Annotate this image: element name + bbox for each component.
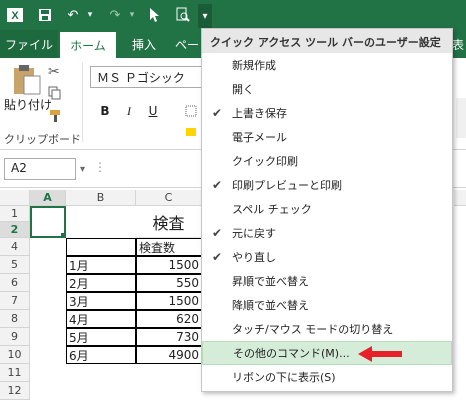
- menu-item-sort-descending[interactable]: 降順で並べ替え: [202, 293, 452, 317]
- row-header-6[interactable]: 6: [0, 274, 30, 292]
- customize-qat-menu: クイック アクセス ツール バーのユーザー設定 新規作成 開く ✔ 上書き保存 電…: [201, 28, 453, 392]
- menu-title: クイック アクセス ツール バーのユーザー設定: [202, 29, 452, 53]
- row-header-10[interactable]: 10: [0, 346, 30, 364]
- tab-page-layout[interactable]: ペー: [172, 30, 202, 58]
- select-icon[interactable]: [144, 4, 166, 26]
- table-header-empty[interactable]: [66, 238, 136, 256]
- font-name-box[interactable]: ＭＳ Ｐゴシック: [90, 66, 210, 88]
- menu-item-label: スペル チェック: [232, 203, 312, 216]
- fill-color-icon[interactable]: [184, 126, 198, 138]
- undo-icon[interactable]: ↶: [62, 4, 84, 26]
- column-header-c[interactable]: C: [136, 190, 202, 206]
- tab-home[interactable]: ホーム: [60, 32, 116, 58]
- cut-icon[interactable]: ✂: [48, 64, 60, 80]
- row-header-1[interactable]: 1: [0, 206, 30, 222]
- table-cell-value[interactable]: 1500: [136, 292, 202, 310]
- menu-item-sort-ascending[interactable]: 昇順で並べ替え: [202, 269, 452, 293]
- ribbon-edge: [456, 98, 466, 138]
- table-cell-month[interactable]: 4月: [66, 310, 136, 328]
- print-preview-icon[interactable]: [172, 4, 194, 26]
- clipboard-group-label: クリップボード: [4, 133, 81, 146]
- menu-item-redo[interactable]: ✔ やり直し: [202, 245, 452, 269]
- menu-item-touch-mode[interactable]: タッチ/マウス モードの切り替え: [202, 317, 452, 341]
- name-box[interactable]: A2: [4, 158, 76, 180]
- menu-item-show-below-ribbon[interactable]: リボンの下に表示(S): [202, 365, 452, 389]
- check-icon: ✔: [211, 250, 223, 264]
- table-cell-value[interactable]: 4900: [136, 346, 202, 364]
- underline-button[interactable]: U: [144, 102, 162, 120]
- menu-item-label: 印刷プレビューと印刷: [232, 179, 342, 192]
- bold-button[interactable]: B: [96, 102, 114, 120]
- menu-item-new[interactable]: 新規作成: [202, 53, 452, 77]
- menu-item-label: 電子メール: [232, 131, 287, 144]
- table-cell-value[interactable]: 620: [136, 310, 202, 328]
- menu-item-print-preview[interactable]: ✔ 印刷プレビューと印刷: [202, 173, 452, 197]
- copy-icon[interactable]: [48, 86, 62, 100]
- table-cell-month[interactable]: 1月: [66, 256, 136, 274]
- column-header-b[interactable]: B: [66, 190, 136, 206]
- menu-item-email[interactable]: 電子メール: [202, 125, 452, 149]
- table-cell-value[interactable]: 1500: [136, 256, 202, 274]
- check-icon: ✔: [211, 178, 223, 192]
- menu-item-quick-print[interactable]: クイック印刷: [202, 149, 452, 173]
- menu-item-label: 元に戻す: [232, 227, 276, 240]
- red-arrow-icon: [358, 344, 404, 367]
- undo-dropdown-icon[interactable]: ▾: [84, 4, 96, 26]
- paste-button[interactable]: 貼り付け: [4, 96, 52, 113]
- excel-logo-icon: X: [4, 4, 26, 26]
- check-icon: ✔: [211, 106, 223, 120]
- row-header-5[interactable]: 5: [0, 256, 30, 274]
- table-cell-month[interactable]: 5月: [66, 328, 136, 346]
- menu-item-label: リボンの下に表示(S): [232, 371, 336, 384]
- row-header-8[interactable]: 8: [0, 310, 30, 328]
- menu-item-label: 新規作成: [232, 59, 276, 72]
- italic-button[interactable]: I: [120, 102, 138, 120]
- check-icon: ✔: [211, 226, 223, 240]
- row-header-11[interactable]: 11: [0, 364, 30, 382]
- table-cell-month[interactable]: 6月: [66, 346, 136, 364]
- group-divider: [82, 62, 83, 142]
- sheet-title-cell[interactable]: 検査: [136, 206, 202, 238]
- redo-icon[interactable]: ↷: [104, 4, 126, 26]
- row-header-12[interactable]: 12: [0, 382, 30, 400]
- menu-item-label: 降順で並べ替え: [232, 299, 309, 312]
- menu-item-label: タッチ/マウス モードの切り替え: [232, 323, 394, 336]
- select-all-corner[interactable]: [0, 190, 30, 206]
- menu-item-spell-check[interactable]: スペル チェック: [202, 197, 452, 221]
- table-header-cell[interactable]: 検査数: [136, 238, 202, 256]
- row-header-4[interactable]: 4: [0, 238, 30, 256]
- menu-item-label: その他のコマンド(M)...: [233, 347, 350, 360]
- menu-item-label: 昇順で並べ替え: [232, 275, 309, 288]
- format-painter-icon[interactable]: [48, 108, 64, 124]
- menu-item-label: やり直し: [232, 251, 276, 264]
- menu-item-more-commands[interactable]: その他のコマンド(M)...: [202, 341, 452, 365]
- table-cell-month[interactable]: 3月: [66, 292, 136, 310]
- row-header-9[interactable]: 9: [0, 328, 30, 346]
- row-header-2[interactable]: 2: [0, 222, 30, 238]
- menu-item-open[interactable]: 開く: [202, 77, 452, 101]
- column-header-edge: [454, 190, 466, 206]
- menu-item-label: 開く: [232, 83, 254, 96]
- formula-bar-grip: ⋮: [94, 160, 106, 174]
- borders-icon[interactable]: [184, 102, 198, 120]
- table-cell-value[interactable]: 730: [136, 328, 202, 346]
- svg-text:X: X: [11, 10, 19, 22]
- column-header-a[interactable]: A: [30, 190, 66, 206]
- redo-dropdown-icon[interactable]: ▾: [126, 4, 138, 26]
- table-cell-month[interactable]: 2月: [66, 274, 136, 292]
- table-cell-value[interactable]: 550: [136, 274, 202, 292]
- name-box-dropdown-icon[interactable]: ▾: [80, 164, 85, 175]
- save-icon[interactable]: [34, 4, 56, 26]
- quick-access-toolbar: X ↶ ▾ ↷ ▾ ▾: [0, 0, 466, 30]
- menu-item-undo[interactable]: ✔ 元に戻す: [202, 221, 452, 245]
- customize-qat-button[interactable]: ▾: [198, 4, 212, 28]
- menu-item-label: クイック印刷: [232, 155, 298, 168]
- tab-insert[interactable]: 挿入: [124, 30, 164, 58]
- row-header-7[interactable]: 7: [0, 292, 30, 310]
- menu-item-label: 上書き保存: [232, 107, 287, 120]
- tab-file[interactable]: ファイル: [0, 30, 58, 58]
- menu-item-save[interactable]: ✔ 上書き保存: [202, 101, 452, 125]
